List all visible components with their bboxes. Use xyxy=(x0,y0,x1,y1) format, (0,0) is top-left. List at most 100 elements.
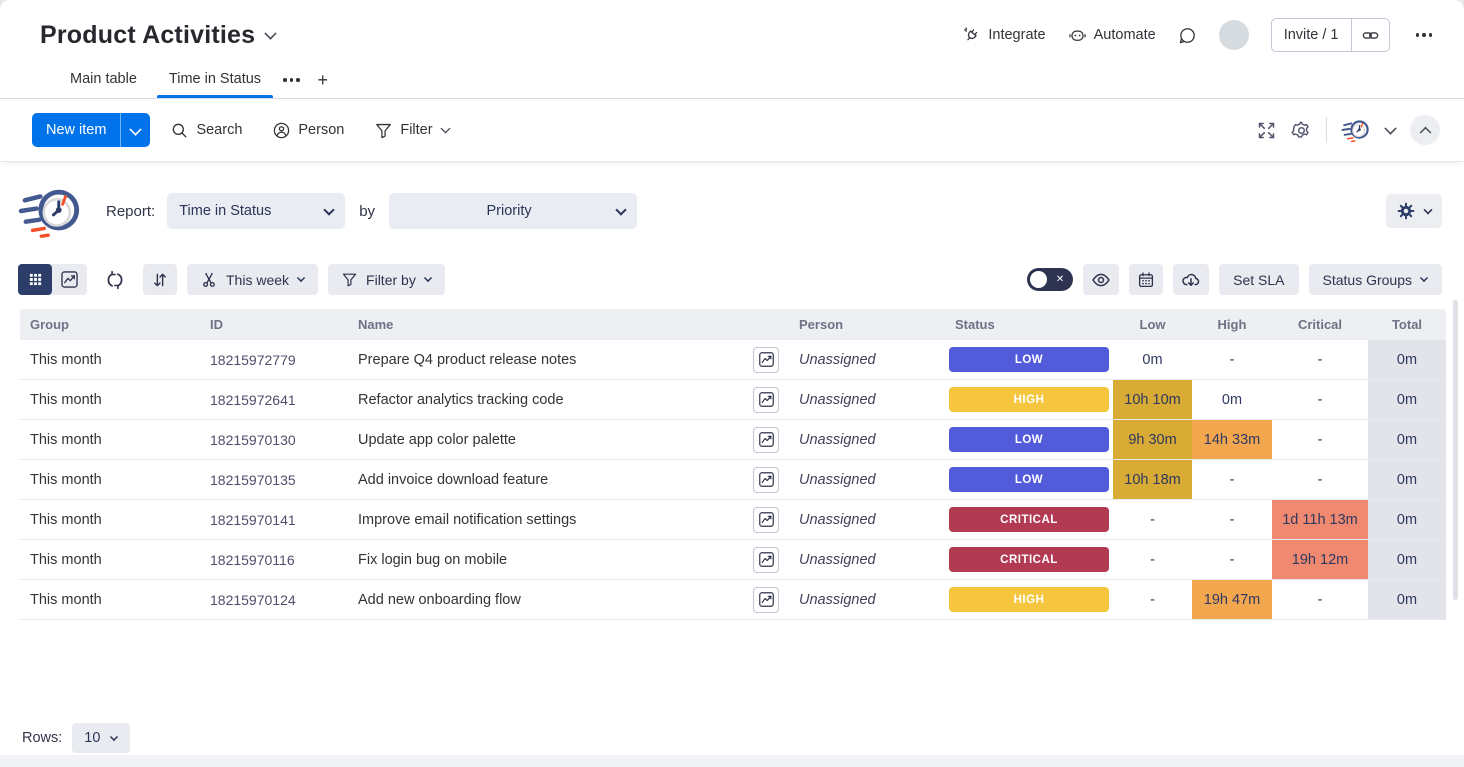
col-header-total[interactable]: Total xyxy=(1368,309,1446,340)
copy-link-button[interactable] xyxy=(1352,19,1389,51)
row-chart-button[interactable] xyxy=(753,547,779,573)
cell-group[interactable]: This month xyxy=(20,580,200,619)
cell-group[interactable]: This month xyxy=(20,500,200,539)
search-icon xyxy=(170,121,189,140)
grid-icon xyxy=(27,271,44,288)
chart-view-button[interactable] xyxy=(52,264,87,295)
settings-gear-icon[interactable] xyxy=(1291,120,1312,141)
board-title-menu[interactable]: Product Activities xyxy=(40,21,276,50)
status-badge[interactable]: HIGH xyxy=(949,387,1109,412)
cell-name[interactable]: Fix login bug on mobile xyxy=(348,540,789,579)
cell-group[interactable]: This month xyxy=(20,340,200,379)
table-view-button[interactable] xyxy=(18,264,52,295)
col-header-status[interactable]: Status xyxy=(945,309,1113,340)
status-badge[interactable]: CRITICAL xyxy=(949,507,1109,532)
report-settings-button[interactable] xyxy=(1386,194,1442,228)
col-header-name[interactable]: Name xyxy=(348,309,789,340)
board-more-menu[interactable] xyxy=(1412,29,1437,41)
cell-id[interactable]: 18215972641 xyxy=(200,380,348,419)
cell-person[interactable]: Unassigned xyxy=(789,340,945,379)
cell-id[interactable]: 18215970130 xyxy=(200,420,348,459)
cell-status: CRITICAL xyxy=(945,500,1113,539)
cell-name[interactable]: Add new onboarding flow xyxy=(348,580,789,619)
search-button[interactable]: Search xyxy=(160,114,252,147)
cell-name[interactable]: Refactor analytics tracking code xyxy=(348,380,789,419)
cell-person[interactable]: Unassigned xyxy=(789,500,945,539)
cell-id[interactable]: 18215970124 xyxy=(200,580,348,619)
sort-button[interactable] xyxy=(143,264,177,295)
integrate-button[interactable]: Integrate xyxy=(962,26,1045,45)
cell-name[interactable]: Improve email notification settings xyxy=(348,500,789,539)
cell-group[interactable]: This month xyxy=(20,420,200,459)
filter-button[interactable]: Filter xyxy=(364,114,460,147)
chevron-down-icon[interactable] xyxy=(1384,122,1396,134)
set-sla-button[interactable]: Set SLA xyxy=(1219,264,1298,295)
row-chart-button[interactable] xyxy=(753,467,779,493)
cell-total: 0m xyxy=(1368,500,1446,539)
status-badge[interactable]: LOW xyxy=(949,427,1109,452)
cell-person[interactable]: Unassigned xyxy=(789,540,945,579)
date-range-select[interactable]: This week xyxy=(187,264,318,295)
row-chart-button[interactable] xyxy=(753,387,779,413)
cell-group[interactable]: This month xyxy=(20,380,200,419)
col-header-low[interactable]: Low xyxy=(1113,309,1192,340)
status-badge[interactable]: LOW xyxy=(949,347,1109,372)
refresh-button[interactable] xyxy=(97,264,133,295)
time-in-status-app-icon[interactable] xyxy=(1341,116,1371,144)
calendar-button[interactable] xyxy=(1129,264,1163,295)
new-item-button[interactable]: New item xyxy=(32,113,120,147)
col-header-group[interactable]: Group xyxy=(20,309,200,340)
col-header-high[interactable]: High xyxy=(1192,309,1272,340)
new-item-dropdown[interactable] xyxy=(120,113,150,147)
tab-options-menu[interactable] xyxy=(279,72,304,88)
invite-button[interactable]: Invite / 1 xyxy=(1272,19,1352,51)
automate-button[interactable]: Automate xyxy=(1068,26,1156,45)
report-type-select[interactable]: Time in Status xyxy=(167,193,345,229)
cell-name[interactable]: Update app color palette xyxy=(348,420,789,459)
export-button[interactable] xyxy=(1173,264,1209,295)
col-header-person[interactable]: Person xyxy=(789,309,945,340)
status-badge[interactable]: CRITICAL xyxy=(949,547,1109,572)
add-view-button[interactable]: + xyxy=(308,68,339,93)
person-filter-button[interactable]: Person xyxy=(262,114,354,147)
cell-critical: - xyxy=(1272,380,1368,419)
rows-per-page-select[interactable]: 10 xyxy=(72,723,130,753)
row-chart-button[interactable] xyxy=(753,507,779,533)
avatar[interactable] xyxy=(1219,20,1249,50)
cell-id[interactable]: 18215972779 xyxy=(200,340,348,379)
row-chart-button[interactable] xyxy=(753,587,779,613)
cell-total: 0m xyxy=(1368,380,1446,419)
cell-group[interactable]: This month xyxy=(20,460,200,499)
chat-button[interactable] xyxy=(1178,26,1197,45)
row-chart-button[interactable] xyxy=(753,427,779,453)
cell-person[interactable]: Unassigned xyxy=(789,460,945,499)
cell-person[interactable]: Unassigned xyxy=(789,380,945,419)
cell-person[interactable]: Unassigned xyxy=(789,580,945,619)
page-title: Product Activities xyxy=(40,21,255,50)
display-toggle[interactable]: ✕ xyxy=(1027,268,1073,291)
col-header-id[interactable]: ID xyxy=(200,309,348,340)
filter-by-button[interactable]: Filter by xyxy=(328,264,445,295)
tab-time-in-status[interactable]: Time in Status xyxy=(155,62,275,98)
cell-id[interactable]: 18215970116 xyxy=(200,540,348,579)
fullscreen-icon[interactable] xyxy=(1256,120,1277,141)
vertical-scrollbar[interactable] xyxy=(1453,300,1458,600)
cell-name[interactable]: Add invoice download feature xyxy=(348,460,789,499)
cell-group[interactable]: This month xyxy=(20,540,200,579)
invite-label: Invite / 1 xyxy=(1284,27,1339,43)
status-badge[interactable]: LOW xyxy=(949,467,1109,492)
status-badge[interactable]: HIGH xyxy=(949,587,1109,612)
tab-main-table[interactable]: Main table xyxy=(56,62,151,98)
by-label: by xyxy=(359,203,375,220)
visibility-button[interactable] xyxy=(1083,264,1119,295)
collapse-view-button[interactable] xyxy=(1410,115,1440,145)
row-chart-button[interactable] xyxy=(753,347,779,373)
cell-high: - xyxy=(1192,460,1272,499)
cell-id[interactable]: 18215970135 xyxy=(200,460,348,499)
cell-id[interactable]: 18215970141 xyxy=(200,500,348,539)
group-by-select[interactable]: Priority xyxy=(389,193,637,229)
status-groups-button[interactable]: Status Groups xyxy=(1309,264,1443,295)
cell-person[interactable]: Unassigned xyxy=(789,420,945,459)
cell-name[interactable]: Prepare Q4 product release notes xyxy=(348,340,789,379)
col-header-critical[interactable]: Critical xyxy=(1272,309,1368,340)
